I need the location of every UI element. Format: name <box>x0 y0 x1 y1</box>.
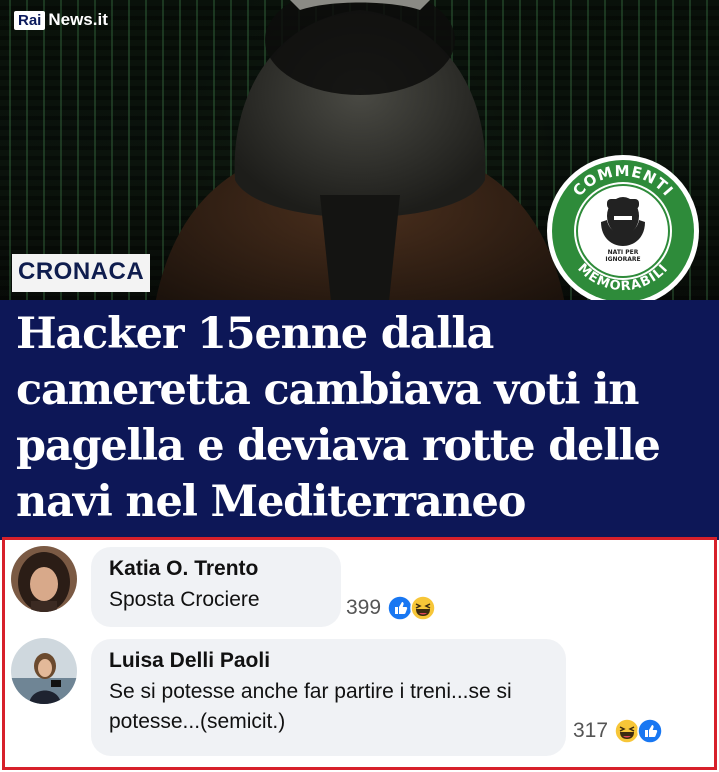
comment-bubble: Katia O. Trento Sposta Crociere <box>91 547 341 627</box>
reaction-count: 317 <box>573 719 609 742</box>
comment-bubble: Luisa Delli Paoli Se si potesse anche fa… <box>91 639 566 756</box>
avatar[interactable] <box>11 638 77 704</box>
comment-author[interactable]: Luisa Delli Paoli <box>109 649 548 673</box>
reaction-summary[interactable]: 317 <box>573 718 663 744</box>
hooded-hacker-figure <box>155 0 565 300</box>
headline-banner: Hacker 15enne dalla cameretta cambiava v… <box>0 300 719 540</box>
rai-logo-box: Rai <box>14 10 46 30</box>
comment-text: Se si potesse anche far partire i treni.… <box>109 680 512 733</box>
badge-inner-text-1: NATI PER <box>608 249 639 256</box>
comment-author[interactable]: Katia O. Trento <box>109 557 323 581</box>
rai-news-logo: Rai News.it <box>14 10 108 30</box>
badge-inner-text-2: IGNORARE <box>605 256 640 263</box>
avatar[interactable] <box>11 546 77 612</box>
comment-text: Sposta Crociere <box>109 588 260 611</box>
category-tag: CRONACA <box>12 254 151 292</box>
news-it-label: News.it <box>48 10 108 29</box>
reaction-count: 399 <box>346 596 382 619</box>
commenti-memorabili-badge: COMMENTI MEMORABILI NATI PER IGNORARE <box>547 155 699 307</box>
like-icon <box>637 718 663 744</box>
haha-icon <box>410 595 436 621</box>
headline-text[interactable]: Hacker 15enne dalla cameretta cambiava v… <box>16 306 705 530</box>
comments-section: Katia O. Trento Sposta Crociere 399 Luis… <box>2 537 717 770</box>
reaction-summary[interactable]: 399 <box>346 595 436 621</box>
